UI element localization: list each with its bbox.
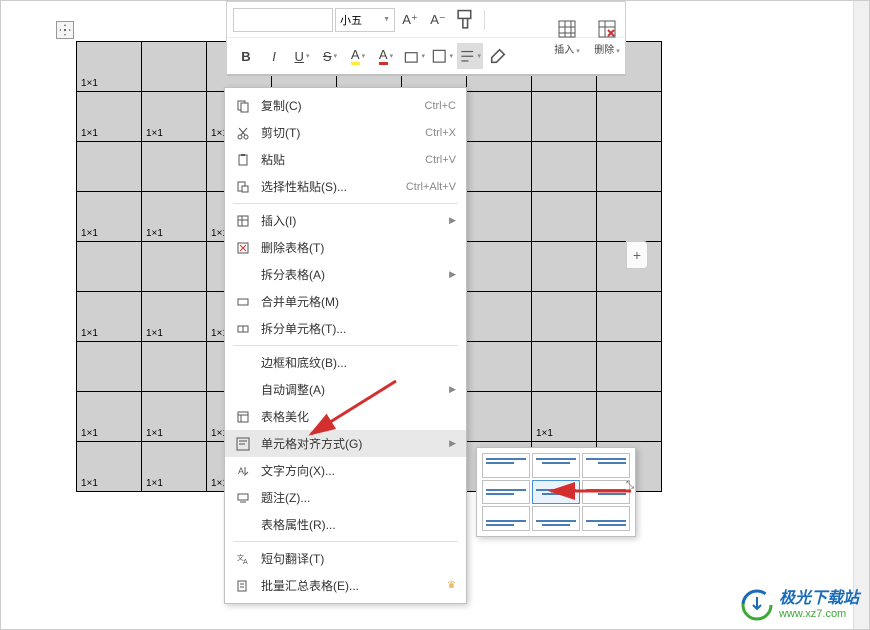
eraser-button[interactable]	[485, 43, 511, 69]
menu-paste[interactable]: 粘贴 Ctrl+V	[225, 146, 466, 173]
crown-icon: ♛	[447, 580, 456, 591]
menu-caption[interactable]: 题注(Z)...	[225, 484, 466, 511]
table-resize-handle[interactable]: ⤡	[626, 480, 640, 494]
svg-text:A: A	[243, 559, 248, 566]
alignment-submenu	[476, 447, 636, 537]
menu-translate[interactable]: 文A 短句翻译(T)	[225, 545, 466, 572]
vertical-scrollbar[interactable]	[853, 1, 869, 629]
paste-icon	[233, 151, 253, 169]
watermark: 极光下载站 www.xz7.com	[741, 589, 859, 621]
cut-icon	[233, 124, 253, 142]
align-top-center[interactable]	[532, 453, 580, 478]
highlight-button[interactable]: A▾	[345, 43, 371, 69]
menu-autofit[interactable]: 自动调整(A) ▶	[225, 376, 466, 403]
paste-special-icon	[233, 178, 253, 196]
align-middle-left[interactable]	[482, 480, 530, 505]
menu-beautify[interactable]: 表格美化	[225, 403, 466, 430]
align-bottom-left[interactable]	[482, 506, 530, 531]
align-icon	[233, 435, 253, 453]
table-cell[interactable]: 1×1	[77, 92, 142, 142]
menu-split-cells[interactable]: 拆分单元格(T)...	[225, 315, 466, 342]
merge-icon	[233, 293, 253, 311]
caption-icon	[233, 489, 253, 507]
menu-cut[interactable]: 剪切(T) Ctrl+X	[225, 119, 466, 146]
menu-split-table[interactable]: 拆分表格(A) ▶	[225, 261, 466, 288]
add-column-button[interactable]: +	[626, 241, 648, 269]
underline-button[interactable]: U▾	[289, 43, 315, 69]
align-middle-right[interactable]	[582, 480, 630, 505]
table-cell[interactable]: 1×1	[77, 192, 142, 242]
font-size-select[interactable]: 小五▼	[335, 8, 395, 32]
italic-button[interactable]: I	[261, 43, 287, 69]
svg-text:A: A	[238, 466, 244, 476]
watermark-logo-icon	[741, 589, 773, 621]
menu-borders[interactable]: 边框和底纹(B)...	[225, 349, 466, 376]
split-icon	[233, 320, 253, 338]
table-move-handle[interactable]	[56, 21, 74, 39]
align-middle-center[interactable]	[532, 480, 580, 505]
context-menu: 复制(C) Ctrl+C 剪切(T) Ctrl+X 粘贴 Ctrl+V 选择性粘…	[224, 87, 467, 604]
align-top-left[interactable]	[482, 453, 530, 478]
font-color-button[interactable]: A▾	[373, 43, 399, 69]
menu-text-direction[interactable]: A 文字方向(X)...	[225, 457, 466, 484]
menu-paste-special[interactable]: 选择性粘贴(S)... Ctrl+Alt+V	[225, 173, 466, 200]
floating-toolbar: 小五▼ A⁺ A⁻ B I U▾ S▾ A▾ A▾ ▾ ▾ ▾ 插入▾ 删除▾	[226, 1, 626, 76]
menu-merge-cells[interactable]: 合并单元格(M)	[225, 288, 466, 315]
font-name-input[interactable]	[233, 8, 333, 32]
align-bottom-center[interactable]	[532, 506, 580, 531]
align-button[interactable]: ▾	[457, 43, 483, 69]
insert-icon	[233, 212, 253, 230]
text-direction-icon: A	[233, 462, 253, 480]
copy-icon	[233, 97, 253, 115]
shading-button[interactable]: ▾	[401, 43, 427, 69]
delete-table-button[interactable]: 删除▾	[587, 7, 627, 67]
bold-button[interactable]: B	[233, 43, 259, 69]
table-cell[interactable]: 1×1	[77, 292, 142, 342]
menu-copy[interactable]: 复制(C) Ctrl+C	[225, 92, 466, 119]
menu-delete-table[interactable]: 删除表格(T)	[225, 234, 466, 261]
table-cell[interactable]: 1×1	[77, 392, 142, 442]
delete-table-icon	[233, 239, 253, 257]
format-painter-button[interactable]	[453, 7, 479, 33]
align-top-right[interactable]	[582, 453, 630, 478]
border-button[interactable]: ▾	[429, 43, 455, 69]
watermark-url: www.xz7.com	[779, 608, 859, 620]
increase-font-button[interactable]: A⁺	[397, 7, 423, 33]
table-cell[interactable]: 1×1	[77, 42, 142, 92]
decrease-font-button[interactable]: A⁻	[425, 7, 451, 33]
translate-icon: 文A	[233, 550, 253, 568]
batch-icon	[233, 577, 253, 595]
menu-properties[interactable]: 表格属性(R)...	[225, 511, 466, 538]
beautify-icon	[233, 408, 253, 426]
watermark-title: 极光下载站	[779, 590, 859, 608]
strikethrough-button[interactable]: S▾	[317, 43, 343, 69]
menu-cell-alignment[interactable]: 单元格对齐方式(G) ▶	[225, 430, 466, 457]
align-bottom-right[interactable]	[582, 506, 630, 531]
table-cell[interactable]: 1×1	[77, 442, 142, 492]
menu-batch[interactable]: 批量汇总表格(E)... ♛	[225, 572, 466, 599]
menu-insert[interactable]: 插入(I) ▶	[225, 207, 466, 234]
insert-table-button[interactable]: 插入▾	[547, 7, 587, 67]
